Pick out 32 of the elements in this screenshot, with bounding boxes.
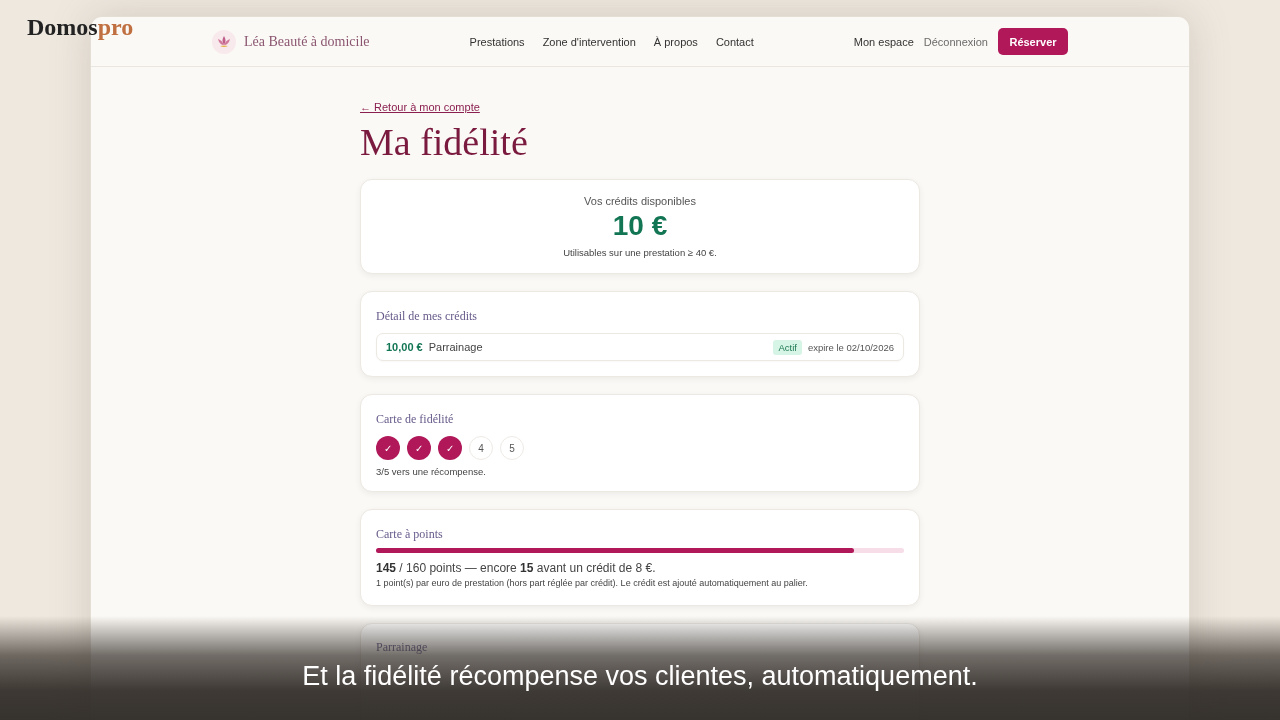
- credits-label: Vos crédits disponibles: [584, 195, 696, 207]
- logout-link[interactable]: Déconnexion: [923, 35, 988, 48]
- lotus-icon: [212, 29, 236, 54]
- expiry-date: expire le 02/10/2026: [807, 341, 894, 353]
- nav-link[interactable]: Prestations: [469, 35, 525, 48]
- nav-link[interactable]: Zone d'intervention: [542, 35, 636, 48]
- account-link[interactable]: Mon espace: [853, 35, 914, 48]
- card-title: Carte de fidélité: [376, 412, 454, 426]
- loyalty-stamp: 4: [469, 436, 493, 460]
- loyalty-stamp: ✓: [376, 436, 400, 460]
- points-note: 1 point(s) par euro de prestation (hors part réglée par crédit). Le crédit est ajouté automatiquement au palier.: [376, 578, 808, 589]
- status-badge: Actif: [773, 339, 802, 355]
- nav-link[interactable]: Contact: [715, 35, 754, 48]
- nav-link[interactable]: À propos: [653, 35, 698, 48]
- back-link[interactable]: ← Retour à mon compte: [360, 101, 480, 113]
- credit-amount: 10,00 €: [386, 341, 423, 353]
- loyalty-stamp: ✓: [407, 436, 431, 460]
- card-title: Carte à points: [376, 527, 443, 541]
- book-button[interactable]: Réserver: [998, 28, 1068, 55]
- card-title: Détail de mes crédits: [376, 309, 477, 323]
- subtitle-text: Et la fidélité récompense vos clientes, automatiquement.: [302, 662, 978, 690]
- loyalty-stamp: ✓: [438, 436, 462, 460]
- brand-name[interactable]: Léa Beauté à domicile: [244, 33, 370, 50]
- credit-source: Parrainage: [428, 341, 483, 353]
- page-title: Ma fidélité: [360, 120, 529, 165]
- card-title: Parrainage: [376, 640, 428, 654]
- credits-amount: 10 €: [612, 209, 668, 243]
- credits-note: Utilisables sur une prestation ≥ 40 €.: [563, 247, 717, 258]
- loyalty-stamp: 5: [500, 436, 524, 460]
- channel-logo: Domospro: [27, 14, 134, 41]
- points-summary: 145 / 160 points — encore 15 avant un crédit de 8 €.: [376, 561, 656, 575]
- stamp-progress-text: 3/5 vers une récompense.: [376, 466, 486, 478]
